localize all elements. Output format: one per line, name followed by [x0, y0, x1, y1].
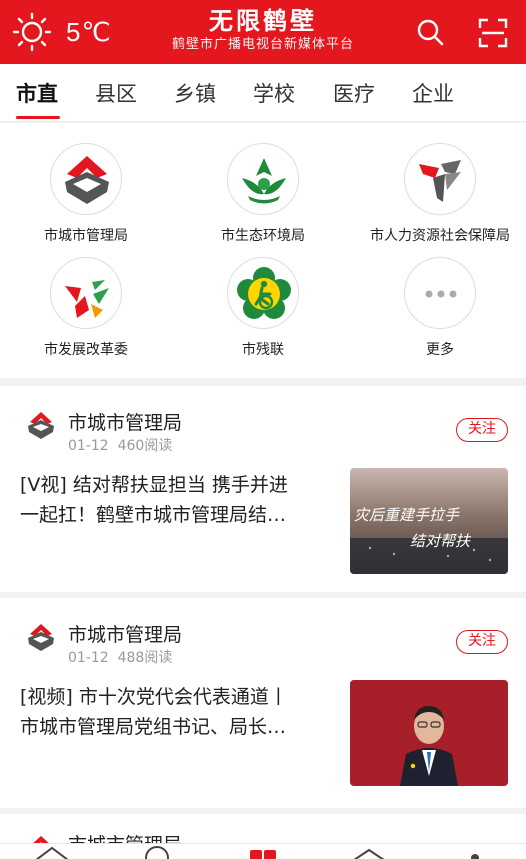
profile-icon: [471, 854, 479, 859]
search-icon[interactable]: [416, 18, 444, 46]
tab-yiliao[interactable]: 医疗: [333, 78, 375, 108]
thumb-caption: 灾后重建手拉手: [354, 506, 460, 524]
org-item-more[interactable]: 更多: [350, 257, 526, 359]
read-count: 460阅读: [117, 438, 173, 454]
tab-xuexiao[interactable]: 学校: [253, 78, 295, 108]
post-date: 01-12: [68, 438, 109, 454]
headline-line: 市城市管理局党组书记、局长…: [20, 716, 287, 738]
org-item-canlian[interactable]: 市残联: [173, 257, 353, 359]
source-name[interactable]: 市城市管理局: [68, 408, 182, 435]
org-name: 市城市管理局: [44, 228, 128, 244]
scan-icon[interactable]: [478, 18, 508, 48]
tab-shizhi[interactable]: 市直: [16, 78, 58, 108]
bottom-nav-icons: [35, 846, 479, 859]
follow-button[interactable]: 关注: [456, 418, 508, 442]
post-meta: 01-12 460阅读: [68, 435, 172, 455]
home-icon: [35, 846, 69, 859]
news-card[interactable]: 市城市管理局 01-12 488阅读 关注 [视频] 市十次党代会代表通道丨 市…: [0, 598, 526, 808]
follow-button[interactable]: 关注: [456, 630, 508, 654]
ndrc-logo-icon: [50, 257, 122, 329]
source-logo-icon: [28, 624, 54, 651]
app-subtitle: 鹤壁市广播电视台新媒体平台: [171, 37, 354, 52]
thumb-caption: 结对帮扶: [410, 532, 472, 550]
post-date: 01-12: [68, 650, 109, 666]
org-item-fagai[interactable]: 市发展改革委: [0, 257, 176, 359]
org-name: 市发展改革委: [44, 342, 128, 358]
bottom-nav: [0, 843, 526, 859]
source-name[interactable]: 市城市管理局: [68, 620, 182, 647]
app-screen: { "header": { "temperature": "5℃", "titl…: [0, 0, 526, 859]
app-header: 5℃ 无限鹤壁 鹤壁市广播电视台新媒体平台: [0, 0, 526, 64]
hub-icon: [250, 850, 262, 859]
news-thumbnail[interactable]: [350, 680, 508, 786]
brand: 无限鹤壁 鹤壁市广播电视台新媒体平台: [0, 6, 526, 54]
chengguan-logo-icon: [50, 143, 122, 215]
hrss-logo-icon: [404, 143, 476, 215]
source-logo-icon: [28, 412, 54, 439]
app-title: 无限鹤壁: [209, 7, 317, 35]
org-name: 市生态环境局: [221, 228, 305, 244]
org-item-renshe[interactable]: 市人力资源社会保障局: [350, 143, 526, 245]
headline[interactable]: [V视] 结对帮扶显担当 携手并进 一起扛！鹤壁市城市管理局结…: [20, 470, 342, 530]
headline-line: [视频] 市十次党代会代表通道丨: [20, 686, 288, 708]
tab-xiangzhen[interactable]: 乡镇: [174, 78, 216, 108]
org-name: 市人力资源社会保障局: [370, 228, 510, 244]
read-count: 488阅读: [117, 650, 173, 666]
active-tab-indicator: [16, 116, 60, 119]
tab-qiye[interactable]: 企业: [412, 78, 454, 108]
category-tabs: 市直 县区 乡镇 学校 医疗 企业: [0, 64, 526, 122]
ecology-logo-icon: [227, 143, 299, 215]
post-meta: 01-12 488阅读: [68, 647, 172, 667]
org-item-chengguan[interactable]: 市城市管理局: [0, 143, 176, 245]
headline[interactable]: [视频] 市十次党代会代表通道丨 市城市管理局党组书记、局长…: [20, 682, 342, 742]
org-name: 市残联: [242, 342, 284, 358]
news-card[interactable]: 市城市管理局 01-12 460阅读 关注 [V视] 结对帮扶显担当 携手并进 …: [0, 386, 526, 592]
org-grid: 市城市管理局 市生态环境局 市人力资源社会保障局 市发展改革委 市残联 更多: [0, 123, 526, 378]
discover-icon: [145, 846, 169, 859]
more-icon: [404, 257, 476, 329]
tab-xianqu[interactable]: 县区: [95, 78, 137, 108]
org-name: 更多: [426, 342, 454, 358]
headline-line: 一起扛！鹤壁市城市管理局结…: [20, 504, 287, 526]
headline-line: [V视] 结对帮扶显担当 携手并进: [20, 474, 288, 496]
disabled-federation-logo-icon: [227, 257, 299, 329]
news-thumbnail[interactable]: 灾后重建手拉手 结对帮扶: [350, 468, 508, 574]
service-icon: [353, 848, 385, 859]
org-item-shengtai[interactable]: 市生态环境局: [173, 143, 353, 245]
